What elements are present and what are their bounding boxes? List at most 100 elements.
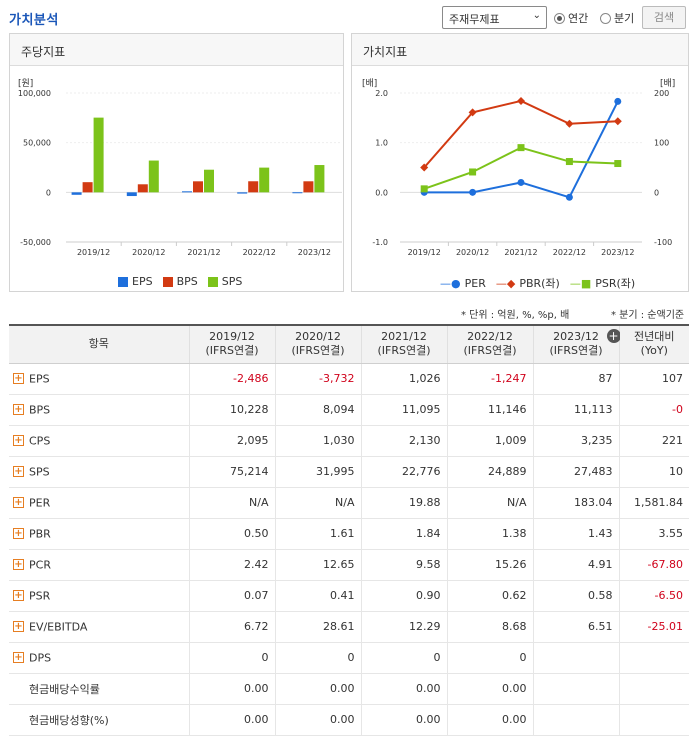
y-tick-label: -50,000 <box>20 238 51 247</box>
table-row: + PBR 0.50 1.61 1.84 1.38 1.43 3.55 <box>9 518 689 550</box>
table-cell: 1,026 <box>360 363 447 395</box>
table-body: + EPS -2,486 -3,732 1,026 -1,247 87 107 + BPS 10,2… <box>9 363 689 736</box>
row-label[interactable]: + PBR <box>9 518 189 550</box>
expand-icon[interactable]: + <box>13 528 24 540</box>
bar-sps <box>148 160 159 193</box>
point-pbr <box>613 117 622 126</box>
table-cell: 0.00 <box>274 673 361 705</box>
legend-swatch <box>162 276 173 287</box>
row-label[interactable]: + DPS <box>9 642 189 674</box>
table-cell: 0 <box>188 642 275 674</box>
point-per <box>517 178 525 186</box>
expand-icon[interactable]: + <box>13 404 24 416</box>
row-label-text: 현금배당성향(%) <box>29 713 109 727</box>
row-label[interactable]: + PER <box>9 487 189 519</box>
table-row: + CPS 2,095 1,030 2,130 1,009 3,235 221 <box>9 425 689 457</box>
bar-eps <box>71 192 82 195</box>
bar-sps <box>204 169 214 193</box>
bar-sps <box>259 167 270 193</box>
column-header: 항목 <box>9 324 189 364</box>
x-tick-label: 2021/12 <box>504 248 537 257</box>
y-left-tick-label: 1.0 <box>375 139 388 148</box>
bar-bps <box>137 184 148 193</box>
expand-icon[interactable]: + <box>13 652 24 664</box>
table-cell: 87 <box>532 363 619 395</box>
x-tick-label: 2023/12 <box>601 248 634 257</box>
legend-item[interactable]: BPS <box>162 275 198 288</box>
valuation-chart: [배] [배]2.0 2001.0 1000.0 0-1.0 -1002019/12 202… <box>362 78 675 257</box>
x-tick-label: 2019/12 <box>77 248 110 257</box>
legend-label: PER <box>464 276 486 290</box>
expand-icon[interactable]: + <box>13 435 24 447</box>
legend-label: PBR(좌) <box>519 277 560 290</box>
expand-icon[interactable]: + <box>13 497 24 509</box>
table-cell: 0 <box>360 642 447 674</box>
bar-bps <box>193 181 203 193</box>
legend-item[interactable]: —◆ PBR(좌) <box>496 275 560 291</box>
table-cell: 11,095 <box>360 394 447 426</box>
table-cell: 12.65 <box>274 549 361 581</box>
table-cell: 27,483 <box>532 456 619 488</box>
legend-item[interactable]: SPS <box>207 275 243 288</box>
legend-label: EPS <box>132 275 153 288</box>
column-header-sublabel: (IFRS연결) <box>205 344 259 358</box>
column-header: 전년대비 (YoY) <box>618 324 689 364</box>
row-label[interactable]: + BPS <box>9 394 189 426</box>
search-button[interactable]: 검색 <box>642 6 686 29</box>
statement-select-value: 주재무제표 <box>449 13 500 26</box>
bar-eps <box>126 192 137 197</box>
bar-sps <box>314 165 325 193</box>
table-cell: 31,995 <box>274 456 361 488</box>
expand-icon[interactable]: + <box>13 373 24 385</box>
statement-select[interactable]: 주재무제표 ⌄ <box>442 6 547 29</box>
per-share-chart-panel: 주당지표 [원] 100,000 50,000 0 -50,000 2019/12 2020… <box>9 33 344 292</box>
expand-icon[interactable]: + <box>13 559 24 571</box>
column-header-label: 2019/12 <box>209 330 255 344</box>
table-cell: -6.50 <box>618 580 689 612</box>
point-psr <box>420 185 428 193</box>
radio-annual-label: 연간 <box>568 12 589 25</box>
table-cell: 11,146 <box>446 394 533 426</box>
table-cell: 0.41 <box>274 580 361 612</box>
point-per <box>614 97 622 105</box>
column-header: 2022/12 (IFRS연결) <box>446 324 533 364</box>
x-tick-label: 2019/12 <box>408 248 441 257</box>
table-row: + EPS -2,486 -3,732 1,026 -1,247 87 107 <box>9 363 689 395</box>
per-share-legend: EPS BPS SPS <box>118 275 242 288</box>
table-cell: 183.04 <box>532 487 619 519</box>
table-cell: N/A <box>274 487 361 519</box>
column-header: 2023/12 (IFRS연결) + <box>532 324 621 364</box>
legend-item[interactable]: —● PER <box>440 277 486 290</box>
table-cell: 24,889 <box>446 456 533 488</box>
row-label[interactable]: + CPS <box>9 425 189 457</box>
row-label[interactable]: + PCR <box>9 549 189 581</box>
row-label-text: 현금배당수익률 <box>29 682 100 696</box>
table-cell: -2,486 <box>188 363 275 395</box>
table-cell: 0.00 <box>188 673 275 705</box>
bar-bps <box>303 181 314 193</box>
row-label[interactable]: + EV/EBITDA <box>9 611 189 643</box>
radio-quarter[interactable]: 분기 <box>600 10 634 26</box>
legend-label: BPS <box>176 275 198 288</box>
radio-annual[interactable]: 연간 <box>554 10 588 26</box>
legend-item[interactable]: —■ PSR(좌) <box>570 275 635 291</box>
table-cell: 3,235 <box>532 425 619 457</box>
legend-label: SPS <box>221 275 243 288</box>
column-header-label: 2023/12 <box>553 330 599 344</box>
row-label-text: PSR <box>29 589 51 603</box>
y-left-tick-label: 0.0 <box>375 188 388 197</box>
x-tick-label: 2020/12 <box>132 248 165 257</box>
row-label[interactable]: + SPS <box>9 456 189 488</box>
bar-eps <box>182 191 192 193</box>
expand-icon[interactable]: + <box>13 590 24 602</box>
chevron-down-icon: ⌄ <box>532 10 541 21</box>
row-label[interactable]: + PSR <box>9 580 189 612</box>
expand-icon[interactable]: + <box>13 621 24 633</box>
legend-marker-icon: —◆ <box>495 276 516 290</box>
row-label-text: PBR <box>29 527 51 541</box>
legend-item[interactable]: EPS <box>118 275 153 288</box>
table-cell: 1,581.84 <box>618 487 689 519</box>
row-label[interactable]: + EPS <box>9 363 189 395</box>
legend-swatch <box>118 276 128 287</box>
expand-icon[interactable]: + <box>13 466 24 478</box>
